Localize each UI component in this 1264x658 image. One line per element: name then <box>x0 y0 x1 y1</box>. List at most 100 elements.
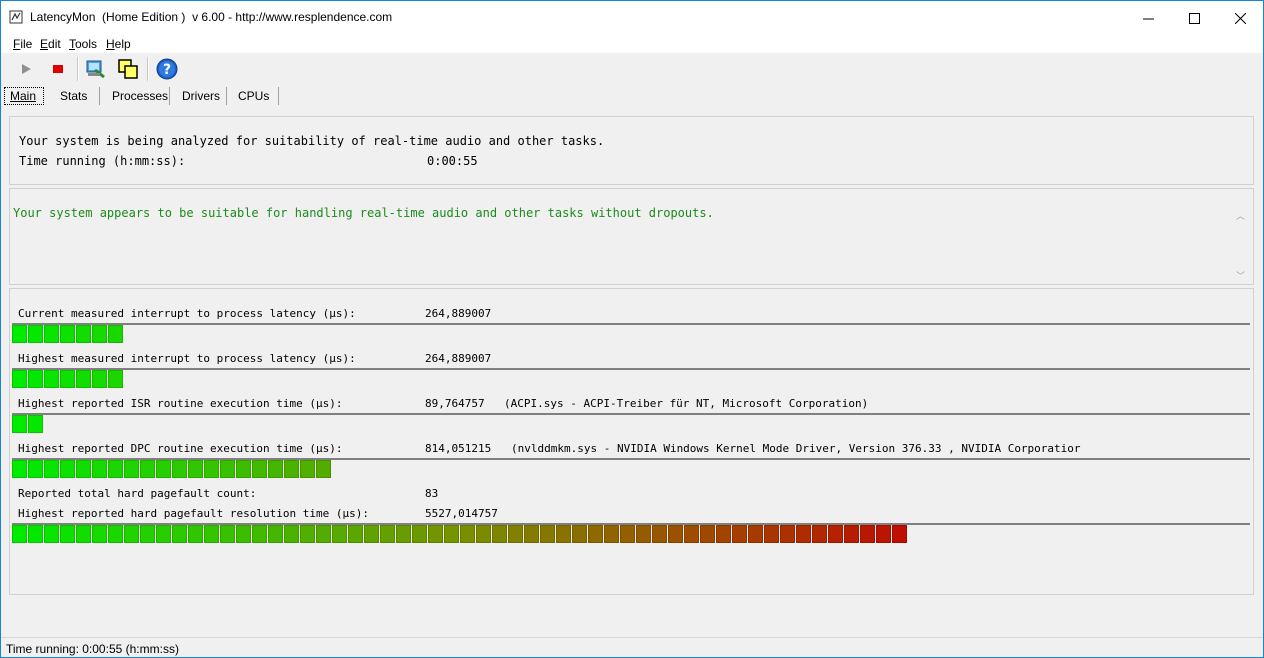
bar-segment <box>28 325 43 343</box>
metric-label: Highest reported ISR routine execution t… <box>18 397 343 410</box>
tab-main[interactable]: Main <box>4 87 44 105</box>
bar-segment <box>236 460 251 478</box>
bar-segment <box>12 525 27 543</box>
minimize-icon <box>1142 18 1154 19</box>
bar-segment <box>28 460 43 478</box>
latency-bar <box>12 458 1250 478</box>
time-running-value: 0:00:55 <box>427 154 478 168</box>
menu-help[interactable]: Help <box>106 37 131 51</box>
latency-bar <box>12 323 1250 343</box>
bar-segment <box>172 525 187 543</box>
bar-segment <box>156 525 171 543</box>
bar-segment <box>44 525 59 543</box>
bar-segment <box>28 370 43 388</box>
tab-label: CPUs <box>238 89 270 103</box>
bar-segment <box>76 460 91 478</box>
tab-stats[interactable]: Stats <box>55 87 100 105</box>
bar-segment <box>28 415 43 433</box>
bar-segment <box>204 460 219 478</box>
menu-tools[interactable]: Tools <box>69 37 97 51</box>
bar-segment <box>892 525 907 543</box>
bar-segment <box>172 460 187 478</box>
bar-segment <box>92 370 107 388</box>
bar-segment <box>332 525 347 543</box>
play-icon <box>22 64 31 74</box>
svg-text:?: ? <box>163 62 171 78</box>
tab-label: Processes <box>112 89 169 103</box>
bar-segment <box>300 525 315 543</box>
bar-segment <box>236 525 251 543</box>
toolbar-separator <box>77 57 79 81</box>
bar-segment <box>108 525 123 543</box>
bar-segment <box>364 525 379 543</box>
minimize-button[interactable] <box>1125 1 1171 35</box>
latency-bar <box>12 413 1250 433</box>
scroll-up-icon[interactable]: ︿ <box>1236 209 1245 222</box>
bar-segment <box>380 525 395 543</box>
bar-segment <box>268 525 283 543</box>
bar-segment <box>396 525 411 543</box>
metric-value: 264,889007 <box>425 352 492 365</box>
bar-segment <box>284 460 299 478</box>
bar-segment <box>284 525 299 543</box>
scroll-down-icon[interactable]: ﹀ <box>1236 269 1245 282</box>
bar-segment <box>108 370 123 388</box>
metric-value: 814,051215 <box>425 442 492 455</box>
bar-segment <box>700 525 715 543</box>
bar-segment <box>76 370 91 388</box>
menu-file[interactable]: File <box>13 37 32 51</box>
bar-segment <box>316 460 331 478</box>
close-icon <box>1234 12 1246 24</box>
bar-segment <box>124 460 139 478</box>
tab-processes[interactable]: Processes <box>107 87 170 105</box>
analyze-button[interactable] <box>84 57 108 81</box>
bar-segment <box>684 525 699 543</box>
latencymon-app-icon <box>9 10 23 24</box>
bar-segment <box>268 460 283 478</box>
bar-segment <box>812 525 827 543</box>
bar-segment <box>588 525 603 543</box>
stop-button[interactable] <box>46 57 70 81</box>
bar-segment <box>76 325 91 343</box>
bar-segment <box>460 525 475 543</box>
copy-windows-icon <box>118 59 138 79</box>
bar-segment <box>476 525 491 543</box>
bar-segment <box>60 325 75 343</box>
bar-segment <box>156 460 171 478</box>
tab-cpus[interactable]: CPUs <box>233 87 279 105</box>
tab-label: Main <box>10 89 37 103</box>
bar-segment <box>188 525 203 543</box>
bar-segment <box>428 525 443 543</box>
analyze-icon <box>86 60 105 79</box>
tab-label: Drivers <box>182 89 220 103</box>
bar-segment <box>124 525 139 543</box>
bar-segment <box>12 370 27 388</box>
metric-value: 89,764757 <box>425 397 485 410</box>
verdict-message: Your system appears to be suitable for h… <box>13 206 714 220</box>
bar-segment <box>44 325 59 343</box>
maximize-button[interactable] <box>1171 1 1217 35</box>
bar-segment <box>444 525 459 543</box>
tab-drivers[interactable]: Drivers <box>177 87 227 105</box>
bar-segment <box>108 325 123 343</box>
bar-segment <box>188 460 203 478</box>
title-bar[interactable]: LatencyMon (Home Edition ) v 6.00 - http… <box>1 1 1263 35</box>
bar-segment <box>108 460 123 478</box>
verdict-panel[interactable]: Your system appears to be suitable for h… <box>9 188 1254 285</box>
metric-label: Highest reported DPC routine execution t… <box>18 442 343 455</box>
bar-segment <box>524 525 539 543</box>
close-button[interactable] <box>1217 1 1263 35</box>
bar-segment <box>412 525 427 543</box>
bar-segment <box>60 460 75 478</box>
help-button[interactable]: ? <box>155 57 179 81</box>
toolbar-separator <box>147 57 149 81</box>
bar-segment <box>12 415 27 433</box>
bar-segment <box>300 460 315 478</box>
latency-bar-fill <box>12 370 124 388</box>
start-button[interactable] <box>14 57 38 81</box>
menu-edit[interactable]: Edit <box>40 37 61 51</box>
latency-bar-fill <box>12 415 44 433</box>
copy-windows-button[interactable] <box>116 57 140 81</box>
latency-bar <box>12 523 1250 543</box>
stop-icon <box>53 65 63 73</box>
